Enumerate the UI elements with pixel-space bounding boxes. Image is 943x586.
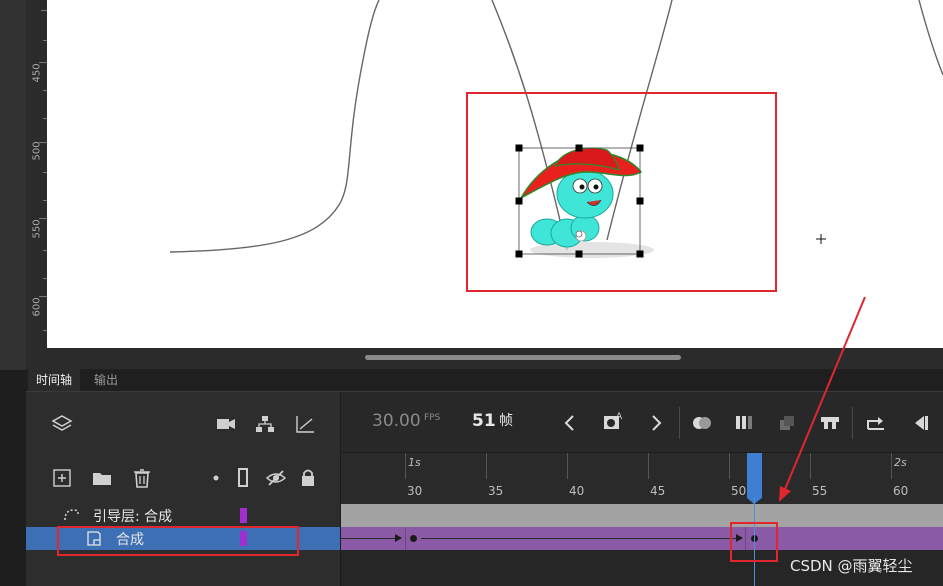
annotation-arrow: [782, 296, 866, 495]
highlight-box: [730, 522, 778, 562]
watermark: CSDN @雨翼轻尘: [790, 557, 913, 575]
arrow-head-icon: [779, 486, 791, 502]
annotation-overlay: [57, 296, 866, 562]
highlight-box: [57, 526, 299, 556]
